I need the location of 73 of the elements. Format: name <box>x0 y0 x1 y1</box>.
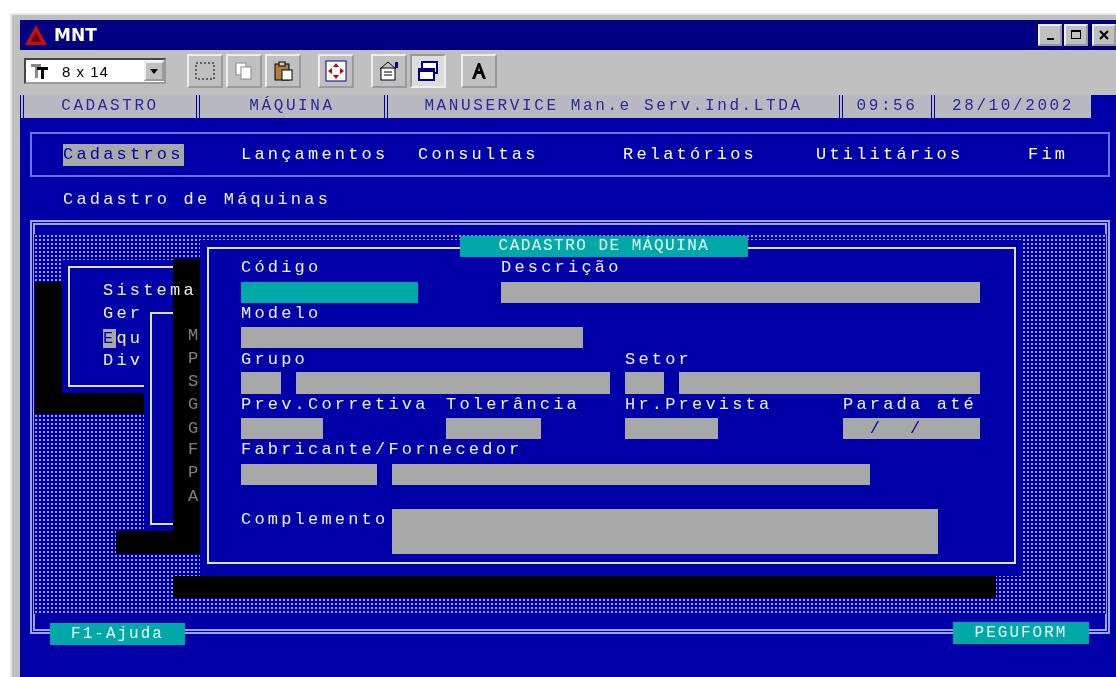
window-title: MNT <box>54 25 97 45</box>
triangle-logo-icon <box>24 24 48 46</box>
minimize-icon <box>1046 38 1054 40</box>
menu-option[interactable]: S <box>188 372 202 392</box>
menu-item[interactable]: Utilitários <box>816 144 964 166</box>
status-field: MANUSERVICE Man.e Serv.Ind.LTDA <box>384 95 839 118</box>
input-field[interactable] <box>392 464 870 485</box>
clipboard-icon <box>272 60 294 82</box>
field-label: Parada até <box>843 395 978 415</box>
maximize-icon <box>1071 30 1081 40</box>
input-field[interactable] <box>446 418 541 439</box>
menu-option[interactable]: Div <box>103 351 144 371</box>
menu-item[interactable]: Lançamentos <box>241 144 389 166</box>
field-label: Grupo <box>241 350 308 370</box>
field-label: Prev.Corretiva <box>241 395 429 415</box>
menu-option[interactable]: P <box>188 463 202 483</box>
field-label: Descrição <box>501 258 622 278</box>
input-field[interactable] <box>296 372 610 394</box>
font-size-dropdown[interactable]: 8 x 14 <box>24 58 166 84</box>
menu-item[interactable]: Fim <box>1028 144 1069 166</box>
menu-item[interactable]: Relatórios <box>623 144 758 166</box>
field-label: Código <box>241 258 322 278</box>
fullscreen-button[interactable] <box>318 54 354 88</box>
menu-option[interactable]: P <box>188 349 202 369</box>
menu-option[interactable]: G <box>188 395 202 415</box>
screen-title: Cadastro de Máquinas <box>63 190 332 210</box>
input-field[interactable] <box>241 327 583 348</box>
properties-button[interactable] <box>371 54 407 88</box>
menu-option[interactable]: Equ <box>103 329 144 349</box>
close-button[interactable] <box>1092 24 1116 46</box>
field-label: Fabricante/Fornecedor <box>241 440 523 460</box>
field-label: Complemento <box>241 510 389 530</box>
menu-option[interactable]: M <box>188 326 202 346</box>
properties-icon <box>378 60 400 82</box>
dialog-title: CADASTRO DE MÁQUINA <box>460 236 748 257</box>
font-icon <box>30 62 50 80</box>
windows-icon <box>417 60 439 82</box>
copy-icon <box>233 60 255 82</box>
status-field: 09:56 <box>839 95 931 118</box>
menu-option[interactable]: Ger <box>103 304 144 324</box>
menu-option[interactable]: G <box>188 419 202 439</box>
close-icon <box>1099 30 1109 40</box>
menu-option[interactable]: A <box>188 487 202 507</box>
four-arrows-icon <box>325 60 347 82</box>
field-label: Setor <box>625 350 692 370</box>
input-field[interactable] <box>241 464 377 485</box>
paste-button[interactable] <box>265 54 301 88</box>
input-field[interactable] <box>241 372 281 394</box>
status-field: CADASTRO <box>20 95 196 118</box>
input-field[interactable]: / / <box>843 418 980 439</box>
select-button[interactable] <box>187 54 223 88</box>
minimize-button[interactable] <box>1038 24 1062 46</box>
input-field[interactable] <box>501 282 980 303</box>
menu-option[interactable]: F <box>188 440 202 460</box>
input-field[interactable] <box>625 372 664 394</box>
status-field: 28/10/2002 <box>931 95 1091 118</box>
window-button[interactable] <box>410 54 446 88</box>
menu-item[interactable]: Cadastros <box>63 144 184 166</box>
dashed-rectangle-icon <box>194 60 216 82</box>
field-label: Modelo <box>241 304 322 324</box>
field-label: Tolerância <box>446 395 581 415</box>
status-field: MÁQUINA <box>196 95 384 118</box>
input-field[interactable] <box>241 282 418 303</box>
maximize-button[interactable] <box>1064 24 1088 46</box>
input-field[interactable] <box>679 372 980 394</box>
help-key-label: F1-Ajuda <box>50 623 185 645</box>
input-field[interactable] <box>241 418 323 439</box>
input-field[interactable] <box>392 509 938 554</box>
form-name-label: PEGUFORM <box>953 622 1089 644</box>
menu-item[interactable]: Consultas <box>418 144 539 166</box>
field-label: Hr.Prevista <box>625 395 773 415</box>
font-button[interactable] <box>461 54 497 88</box>
input-field[interactable] <box>625 418 718 439</box>
